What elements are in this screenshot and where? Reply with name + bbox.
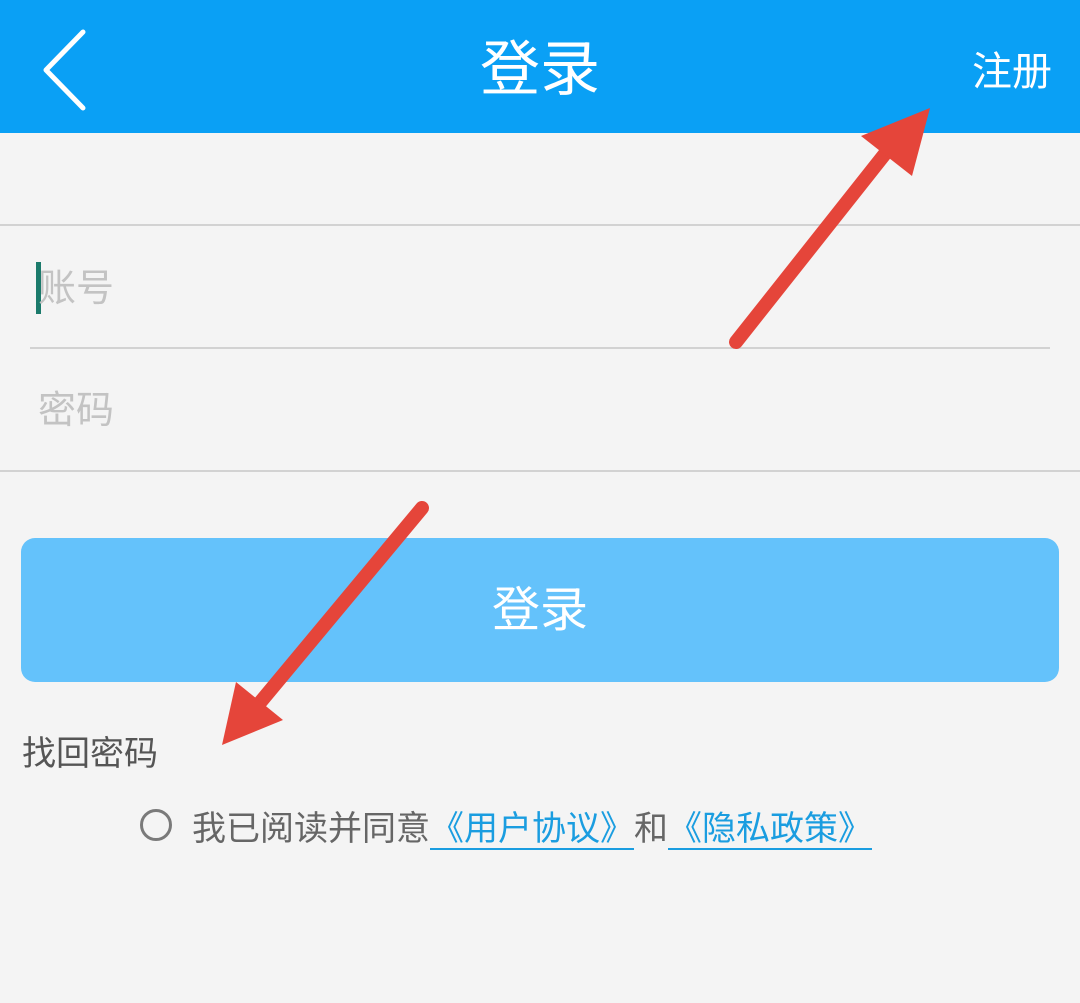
- user-agreement-link[interactable]: 《用户协议》: [430, 801, 634, 850]
- agree-radio[interactable]: [140, 809, 172, 841]
- agreement-row: 我已阅读并同意 《用户协议》 和 《隐私政策》: [140, 799, 872, 851]
- agreement-conjunction: 和: [634, 808, 668, 849]
- privacy-policy-link[interactable]: 《隐私政策》: [668, 801, 872, 850]
- account-input[interactable]: 账号: [38, 260, 1038, 316]
- agreement-prefix: 我已阅读并同意: [192, 808, 430, 849]
- find-password-link[interactable]: 找回密码: [22, 729, 158, 779]
- login-button[interactable]: 登录: [21, 538, 1059, 682]
- top-bar: 登录 注册: [0, 0, 1080, 133]
- annotation-arrows: [222, 108, 930, 745]
- field-divider: [30, 347, 1050, 349]
- register-button[interactable]: 注册: [972, 42, 1052, 102]
- password-placeholder: 密码: [38, 388, 115, 432]
- page-title: 登录: [480, 35, 600, 105]
- chevron-left-icon: [43, 29, 86, 111]
- account-placeholder: 账号: [38, 266, 115, 310]
- form-top-divider: [0, 224, 1080, 226]
- back-button[interactable]: [28, 22, 108, 117]
- password-input[interactable]: 密码: [38, 382, 1038, 438]
- form-bottom-divider: [0, 470, 1080, 472]
